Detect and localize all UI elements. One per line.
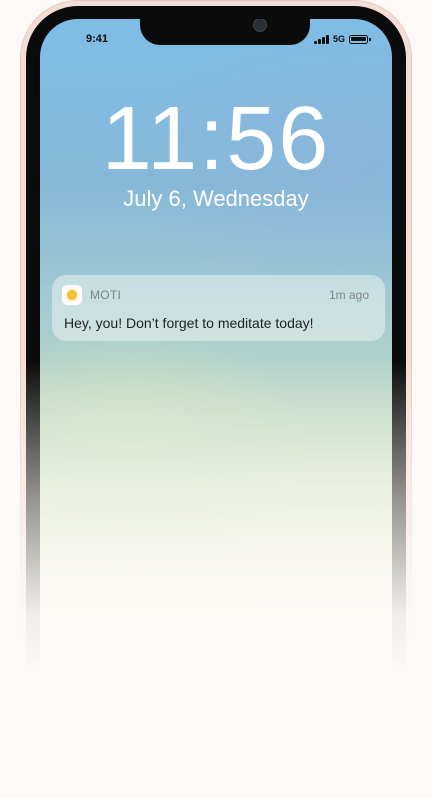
notification-message: Hey, you! Don’t forget to meditate today…: [64, 315, 314, 331]
lock-screen-date: July 6, Wednesday: [123, 186, 309, 211]
app-icon: [62, 285, 82, 305]
lock-screen-clock: 11:56: [101, 89, 331, 189]
notification-app-name: MOTI: [90, 288, 122, 302]
bottom-fade: [0, 360, 432, 798]
notification-card[interactable]: MOTI 1m ago Hey, you! Don’t forget to me…: [52, 275, 385, 341]
notification-time: 1m ago: [328, 288, 369, 302]
page: 9:41 5G 11:56 July 6, Wednesday MOTI 1m …: [0, 0, 432, 798]
battery-icon: [349, 34, 371, 44]
status-indicators: 5G: [313, 34, 371, 44]
network-label: 5G: [332, 34, 345, 44]
notch: [140, 19, 310, 45]
sun-icon: [67, 290, 77, 300]
signal-icon: [313, 34, 329, 44]
camera-icon: [253, 19, 267, 32]
status-time: 9:41: [86, 33, 109, 45]
